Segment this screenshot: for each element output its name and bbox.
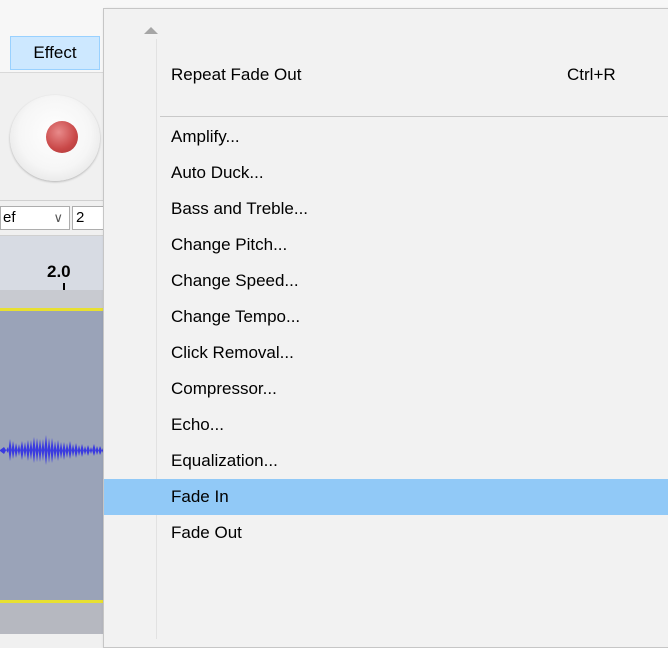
menu-item-click-removal[interactable]: Click Removal... bbox=[104, 335, 668, 371]
menu-item-change-tempo[interactable]: Change Tempo... bbox=[104, 299, 668, 335]
menu-item-change-speed[interactable]: Change Speed... bbox=[104, 263, 668, 299]
effect-menu-button[interactable]: Effect bbox=[10, 36, 100, 70]
menu-item-label: Click Removal... bbox=[171, 343, 294, 362]
effect-dropdown-menu: Repeat Fade Out Ctrl+R Amplify... Auto D… bbox=[103, 8, 668, 648]
menu-item-label: Equalization... bbox=[171, 451, 278, 470]
menu-item-auto-duck[interactable]: Auto Duck... bbox=[104, 155, 668, 191]
menu-item-label: Bass and Treble... bbox=[171, 199, 309, 218]
menu-item-label: Echo... bbox=[171, 415, 224, 434]
menu-item-label: Change Tempo... bbox=[171, 307, 301, 326]
scroll-up-icon[interactable] bbox=[144, 27, 158, 34]
menu-item-label: Repeat Fade Out bbox=[171, 65, 302, 84]
waveform bbox=[0, 435, 110, 465]
menu-item-echo[interactable]: Echo... bbox=[104, 407, 668, 443]
menu-item-label: Amplify... bbox=[171, 127, 240, 146]
recording-channels-select[interactable]: 2 bbox=[72, 206, 106, 230]
menu-item-label: Change Speed... bbox=[171, 271, 299, 290]
ruler-tick-label: 2.0 bbox=[47, 262, 71, 281]
recording-channels-value: 2 bbox=[76, 209, 85, 226]
menu-item-fade-out[interactable]: Fade Out bbox=[104, 515, 668, 551]
audio-host-value: ef bbox=[3, 209, 16, 226]
menu-item-amplify[interactable]: Amplify... bbox=[104, 119, 668, 155]
menu-item-label: Change Pitch... bbox=[171, 235, 288, 254]
menu-item-fade-in[interactable]: Fade In bbox=[104, 479, 668, 515]
record-icon bbox=[46, 121, 78, 153]
menu-item-label: Fade Out bbox=[171, 523, 242, 542]
menu-item-bass-and-treble[interactable]: Bass and Treble... bbox=[104, 191, 668, 227]
menu-item-compressor[interactable]: Compressor... bbox=[104, 371, 668, 407]
record-button[interactable] bbox=[10, 95, 100, 181]
audio-host-select[interactable]: ef ∨ bbox=[0, 206, 70, 230]
menu-item-repeat-fade-out[interactable]: Repeat Fade Out Ctrl+R bbox=[104, 57, 668, 93]
menu-item-shortcut: Ctrl+R bbox=[567, 65, 616, 84]
menu-item-label: Compressor... bbox=[171, 379, 277, 398]
track-footer bbox=[0, 603, 110, 634]
menu-item-label: Fade In bbox=[171, 487, 229, 506]
menu-item-label: Auto Duck... bbox=[171, 163, 264, 182]
menu-item-equalization[interactable]: Equalization... bbox=[104, 443, 668, 479]
chevron-down-icon: ∨ bbox=[53, 210, 63, 225]
menu-item-change-pitch[interactable]: Change Pitch... bbox=[104, 227, 668, 263]
menu-separator bbox=[160, 116, 668, 117]
